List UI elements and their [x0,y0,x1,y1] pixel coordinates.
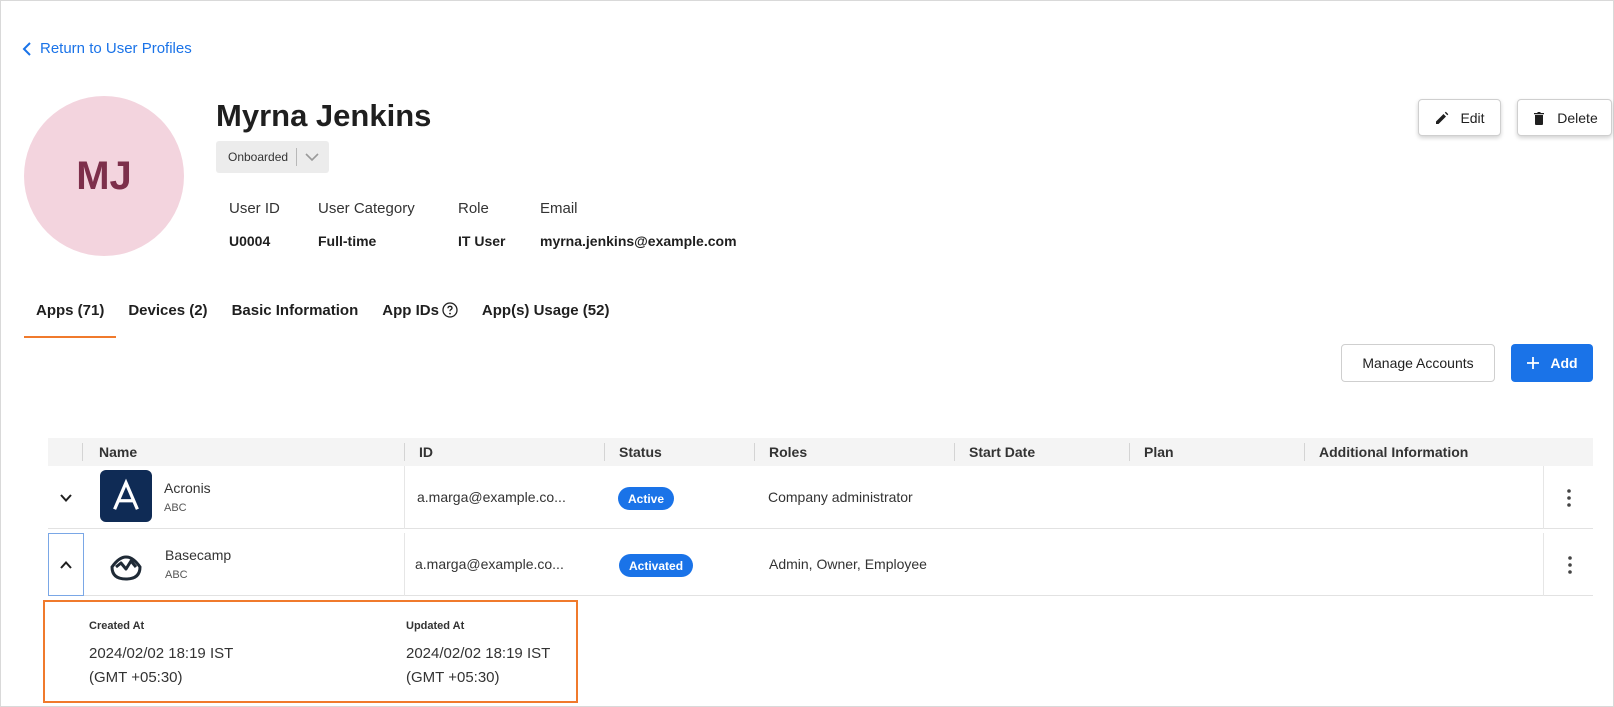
tab-app-ids[interactable]: App IDs [370,296,470,338]
column-header-start-date[interactable]: Start Date [969,444,1035,460]
column-header-additional-information[interactable]: Additional Information [1319,444,1468,460]
roles-value: Company administrator [768,489,913,505]
column-separator [1543,533,1544,596]
row-details-panel: Created At 2024/02/02 18:19 IST (GMT +05… [43,600,578,703]
role-label: Role [458,200,489,217]
user-category-label: User Category [318,200,415,217]
basecamp-logo-icon [100,537,152,589]
tab-apps[interactable]: Apps (71) [24,296,117,338]
column-separator [754,443,755,461]
updated-at-label: Updated At [406,620,465,632]
more-vertical-icon [1568,556,1572,574]
user-name: Myrna Jenkins [216,98,432,133]
chevron-down-icon [60,493,72,502]
delete-button[interactable]: Delete [1517,99,1612,136]
add-label: Add [1550,355,1578,371]
row-menu-button[interactable] [1560,553,1580,577]
table-row: Basecamp ABC a.marga@example.co... Activ… [48,533,1593,596]
email-field: Email myrna.jenkins@example.com [540,200,737,249]
tab-devices-label: Devices (2) [128,302,208,319]
app-name[interactable]: Acronis [164,480,211,496]
email-label: Email [540,200,578,217]
column-separator [404,443,405,461]
status-badge: Activated [619,554,694,577]
created-at-value: 2024/02/02 18:19 IST (GMT +05:30) [89,645,234,686]
row-menu-button[interactable] [1559,486,1579,510]
created-at-label: Created At [89,620,145,632]
user-id-label: User ID [229,200,280,217]
column-header-roles[interactable]: Roles [769,444,807,460]
user-category-field: User Category Full-time [318,200,415,249]
status-value: Onboarded [228,150,289,164]
delete-label: Delete [1557,109,1598,126]
updated-at-value: 2024/02/02 18:19 IST (GMT +05:30) [406,645,551,686]
roles-value: Admin, Owner, Employee [769,556,927,572]
column-separator [1129,443,1130,461]
role-value: IT User [458,233,506,249]
column-header-plan[interactable]: Plan [1144,444,1174,460]
dropdown-divider [296,148,297,166]
chevron-down-icon [305,153,319,162]
add-button[interactable]: Add [1511,344,1593,382]
user-id-field: User ID U0004 [229,200,280,249]
column-separator [404,466,405,529]
collapse-row-button[interactable] [48,533,84,596]
back-link-label: Return to User Profiles [40,40,192,57]
trash-icon [1534,111,1545,125]
column-header-status[interactable]: Status [619,444,662,460]
expand-row-button[interactable] [48,466,84,529]
more-vertical-icon [1567,489,1571,507]
status-dropdown[interactable]: Onboarded [216,141,329,173]
return-to-user-profiles-link[interactable]: Return to User Profiles [22,40,192,57]
chevron-up-icon [60,560,72,569]
user-id-value: U0004 [229,233,271,249]
column-separator [954,443,955,461]
tab-app-ids-label: App IDs [382,302,439,319]
help-circle-icon[interactable] [442,302,458,318]
column-header-name[interactable]: Name [99,444,137,460]
tab-bar: Apps (71) Devices (2) Basic Information … [24,296,621,338]
app-subtitle: ABC [165,569,188,581]
edit-label: Edit [1460,109,1485,126]
tab-basic-information[interactable]: Basic Information [220,296,371,338]
manage-accounts-button[interactable]: Manage Accounts [1341,344,1495,382]
account-id: a.marga@example.co... [417,489,566,505]
manage-accounts-label: Manage Accounts [1362,355,1474,371]
tab-devices[interactable]: Devices (2) [116,296,219,338]
user-category-value: Full-time [318,233,377,249]
column-separator [604,443,605,461]
app-subtitle: ABC [164,502,187,514]
plus-icon [1527,357,1540,369]
pencil-icon [1436,111,1449,124]
tab-apps-usage-label: App(s) Usage (52) [481,302,610,319]
table-header: Name ID Status Roles Start Date Plan Add… [48,438,1593,466]
tab-apps-label: Apps (71) [36,302,105,319]
avatar-initials: MJ [76,153,132,198]
role-field: Role IT User [458,200,505,249]
column-separator [1543,466,1544,529]
column-separator [1304,443,1305,461]
app-name[interactable]: Basecamp [165,547,231,563]
email-value: myrna.jenkins@example.com [540,233,737,249]
status-badge: Active [618,487,675,510]
acronis-logo-icon [100,470,152,522]
tab-apps-usage[interactable]: App(s) Usage (52) [470,296,622,338]
tab-basic-information-label: Basic Information [231,302,359,319]
column-header-id[interactable]: ID [419,444,433,460]
table-row: Acronis ABC a.marga@example.co... Active… [48,466,1593,529]
column-separator [82,443,83,461]
chevron-left-icon [22,41,31,56]
column-separator [404,533,405,596]
apps-table: Name ID Status Roles Start Date Plan Add… [48,438,1593,596]
account-id: a.marga@example.co... [415,556,564,572]
avatar: MJ [24,96,184,256]
edit-button[interactable]: Edit [1418,99,1501,136]
